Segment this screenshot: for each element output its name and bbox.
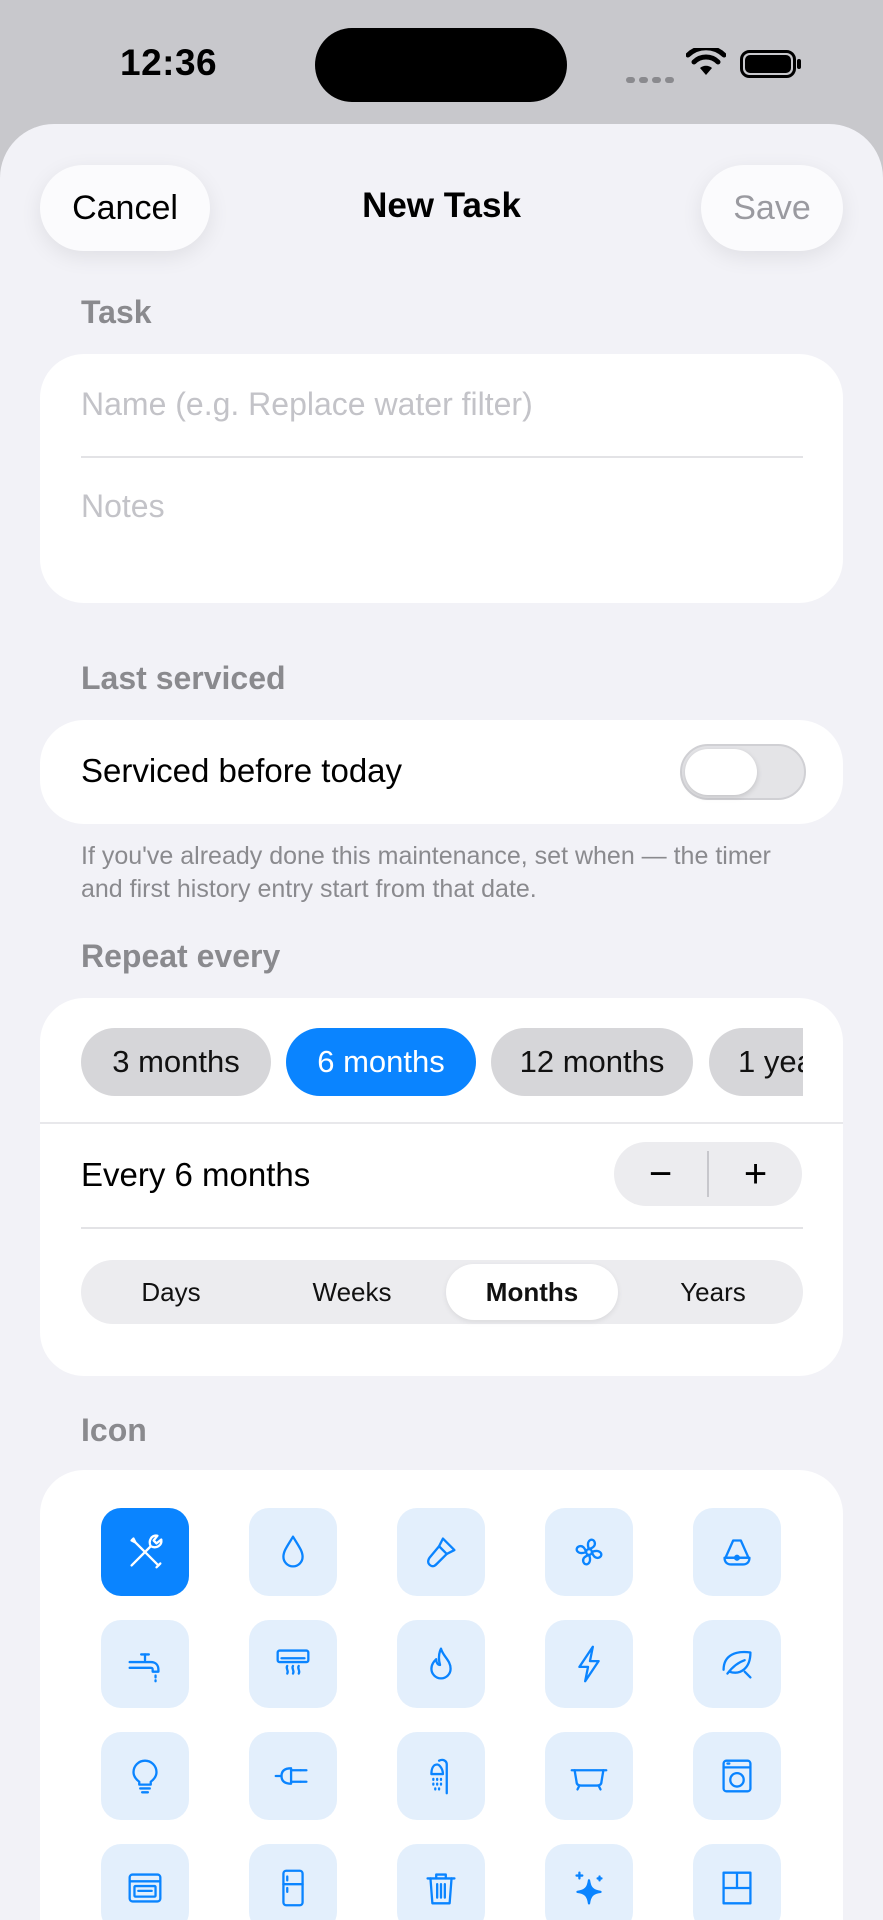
- trash-icon[interactable]: [397, 1844, 485, 1920]
- divider: [81, 456, 803, 458]
- unit-months[interactable]: Months: [446, 1264, 618, 1320]
- bathtub-icon[interactable]: [545, 1732, 633, 1820]
- serviced-before-today-toggle[interactable]: [680, 744, 806, 800]
- unit-segmented-control: Days Weeks Months Years: [81, 1260, 803, 1324]
- washer-icon[interactable]: [693, 1732, 781, 1820]
- window-icon[interactable]: [693, 1844, 781, 1920]
- bolt-icon[interactable]: [545, 1620, 633, 1708]
- task-name-field[interactable]: Name (e.g. Replace water filter): [81, 386, 533, 423]
- status-bar: 12:36: [0, 0, 883, 124]
- repeat-preset-chips: 3 months 6 months 12 months 1 year: [81, 1028, 803, 1098]
- last-serviced-card: Serviced before today: [40, 720, 843, 824]
- save-button[interactable]: Save: [701, 165, 843, 251]
- divider: [81, 1227, 803, 1229]
- smoke-detector-icon[interactable]: [693, 1508, 781, 1596]
- repeat-every-label: Repeat every: [81, 938, 281, 974]
- last-serviced-label: Last serviced: [81, 660, 286, 696]
- preset-chip-12-months[interactable]: 12 months: [491, 1028, 693, 1096]
- dynamic-island: [315, 28, 567, 102]
- divider: [40, 1122, 843, 1124]
- plug-icon[interactable]: [249, 1732, 337, 1820]
- oven-icon[interactable]: [101, 1844, 189, 1920]
- unit-years[interactable]: Years: [627, 1264, 799, 1320]
- wrench-screwdriver-icon[interactable]: [101, 1508, 189, 1596]
- icon-card: [40, 1470, 843, 1920]
- wifi-icon: [686, 48, 726, 75]
- task-notes-field[interactable]: Notes: [81, 488, 165, 525]
- fan-icon[interactable]: [545, 1508, 633, 1596]
- repeat-card: 3 months 6 months 12 months 1 year Every…: [40, 998, 843, 1376]
- increment-button[interactable]: +: [709, 1142, 802, 1206]
- task-section-label: Task: [81, 294, 152, 330]
- refrigerator-icon[interactable]: [249, 1844, 337, 1920]
- unit-weeks[interactable]: Weeks: [266, 1264, 438, 1320]
- cellular-signal-icon: [626, 70, 678, 88]
- unit-days[interactable]: Days: [85, 1264, 257, 1320]
- new-task-sheet: Cancel New Task Save Task Name (e.g. Rep…: [0, 124, 883, 1920]
- sparkles-icon[interactable]: [545, 1844, 633, 1920]
- last-serviced-footnote: If you've already done this maintenance,…: [81, 842, 771, 903]
- decrement-button[interactable]: −: [614, 1142, 707, 1206]
- shower-icon[interactable]: [397, 1732, 485, 1820]
- preset-chip-1-year[interactable]: 1 year: [709, 1028, 803, 1096]
- icon-section-label: Icon: [81, 1412, 147, 1448]
- task-card: Name (e.g. Replace water filter) Notes: [40, 354, 843, 603]
- preset-chip-3-months[interactable]: 3 months: [81, 1028, 271, 1096]
- leaf-icon[interactable]: [693, 1620, 781, 1708]
- status-time: 12:36: [120, 42, 218, 83]
- serviced-before-today-label: Serviced before today: [81, 752, 403, 789]
- battery-icon: [740, 50, 801, 78]
- interval-stepper: − +: [614, 1142, 802, 1206]
- lightbulb-icon[interactable]: [101, 1732, 189, 1820]
- preset-chip-6-months[interactable]: 6 months: [286, 1028, 476, 1096]
- flame-icon[interactable]: [397, 1620, 485, 1708]
- paintbrush-icon[interactable]: [397, 1508, 485, 1596]
- repeat-summary: Every 6 months: [81, 1156, 311, 1193]
- air-conditioner-icon[interactable]: [249, 1620, 337, 1708]
- faucet-icon[interactable]: [101, 1620, 189, 1708]
- drop-icon[interactable]: [249, 1508, 337, 1596]
